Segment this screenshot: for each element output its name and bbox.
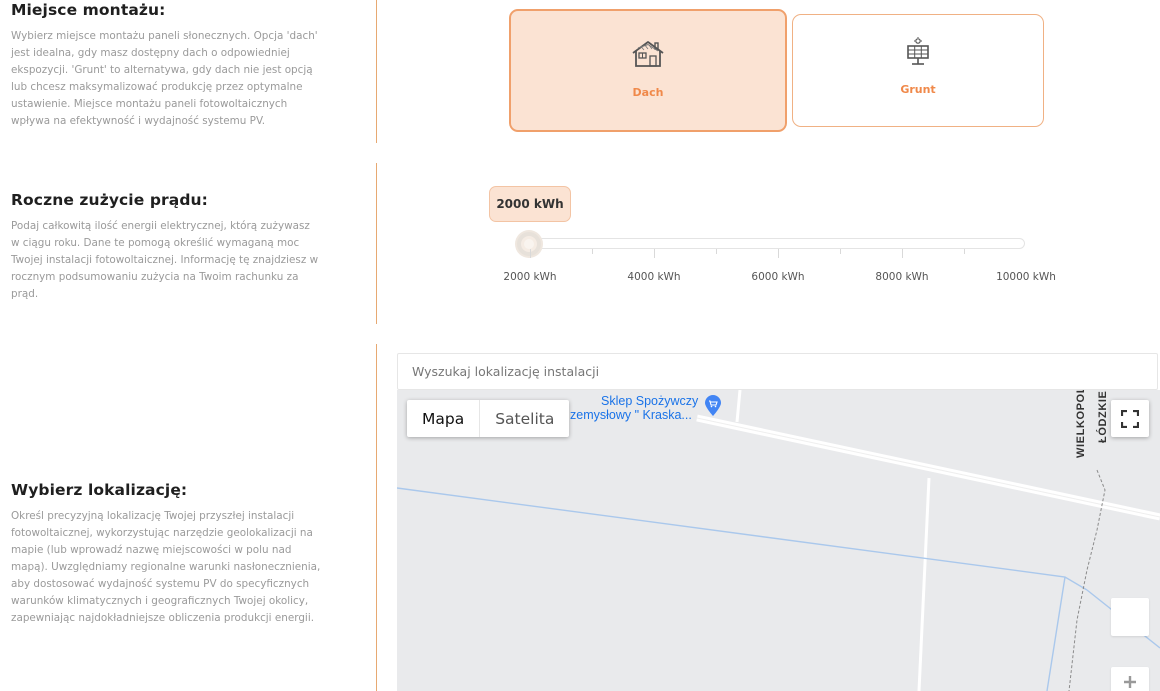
section-divider (376, 344, 377, 691)
map-poi-label-line1[interactable]: Sklep Spożywczy (601, 394, 698, 408)
slider-tick (654, 249, 655, 258)
section-divider (376, 163, 377, 324)
mounting-description: Wybierz miejsce montażu paneli słoneczny… (11, 30, 318, 127)
location-map[interactable]: Mapa Satelita Sklep Spożywczy zemysłowy … (397, 390, 1160, 691)
location-search-input[interactable] (412, 364, 1157, 379)
pegman-button[interactable] (1111, 598, 1149, 636)
slider-value-bubble: 2000 kWh (489, 186, 571, 222)
location-info: Wybierz lokalizację: Określ precyzyjną l… (11, 481, 321, 627)
consumption-title: Roczne zużycie prądu: (11, 191, 208, 209)
slider-tick-label: 2000 kWh (503, 271, 557, 283)
slider-tick (964, 249, 965, 254)
map-region-label: ŁÓDZKIE (1097, 390, 1109, 443)
slider-tick-label: 8000 kWh (875, 271, 929, 283)
mounting-option-label: Grunt (900, 83, 936, 96)
consumption-slider-thumb[interactable] (517, 232, 541, 256)
slider-tick (592, 249, 593, 254)
slider-tick-label: 4000 kWh (627, 271, 681, 283)
mounting-option-grunt[interactable]: Grunt (792, 14, 1044, 127)
map-poi-label-line2[interactable]: zemysłowy " Kraska... (570, 408, 692, 422)
consumption-info: Roczne zużycie prądu: Podaj całkowitą il… (11, 191, 321, 303)
map-type-mapa-button[interactable]: Mapa (407, 400, 481, 437)
fullscreen-button[interactable] (1111, 400, 1149, 437)
plus-icon (1124, 676, 1136, 688)
consumption-section: Roczne zużycie prądu: Podaj całkowitą il… (0, 163, 1160, 328)
mounting-option-dach[interactable]: Dach (509, 9, 787, 132)
house-icon (632, 41, 664, 67)
consumption-description: Podaj całkowitą ilość energii elektryczn… (11, 220, 319, 300)
map-type-satelita-button[interactable]: Satelita (480, 400, 569, 437)
mounting-section: Miejsce montażu: Wybierz miejsce montażu… (0, 0, 1160, 150)
slider-tick (716, 249, 717, 254)
slider-tick (530, 249, 531, 258)
slider-tick (778, 249, 779, 258)
solar-panel-icon (907, 37, 929, 65)
mounting-option-label: Dach (632, 86, 664, 99)
location-search-box[interactable] (397, 353, 1158, 390)
location-section: Wybierz lokalizację: Określ precyzyjną l… (0, 344, 1160, 691)
mounting-title: Miejsce montażu: (11, 1, 166, 19)
consumption-slider-track[interactable] (523, 238, 1025, 249)
slider-tick (902, 249, 903, 258)
fullscreen-icon (1121, 409, 1139, 428)
slider-tick-label: 6000 kWh (751, 271, 805, 283)
mounting-info: Miejsce montażu: Wybierz miejsce montażu… (11, 1, 321, 130)
slider-tick-label: 10000 kWh (996, 271, 1056, 283)
map-region-label: WIELKOPOL (1075, 390, 1087, 458)
zoom-in-button[interactable] (1111, 667, 1149, 691)
location-description: Określ precyzyjną lokalizację Twojej prz… (11, 510, 321, 624)
map-type-control: Mapa Satelita (407, 400, 570, 437)
location-title: Wybierz lokalizację: (11, 481, 188, 499)
slider-tick (840, 249, 841, 254)
shopping-cart-pin-icon[interactable] (704, 395, 722, 417)
section-divider (376, 0, 377, 143)
